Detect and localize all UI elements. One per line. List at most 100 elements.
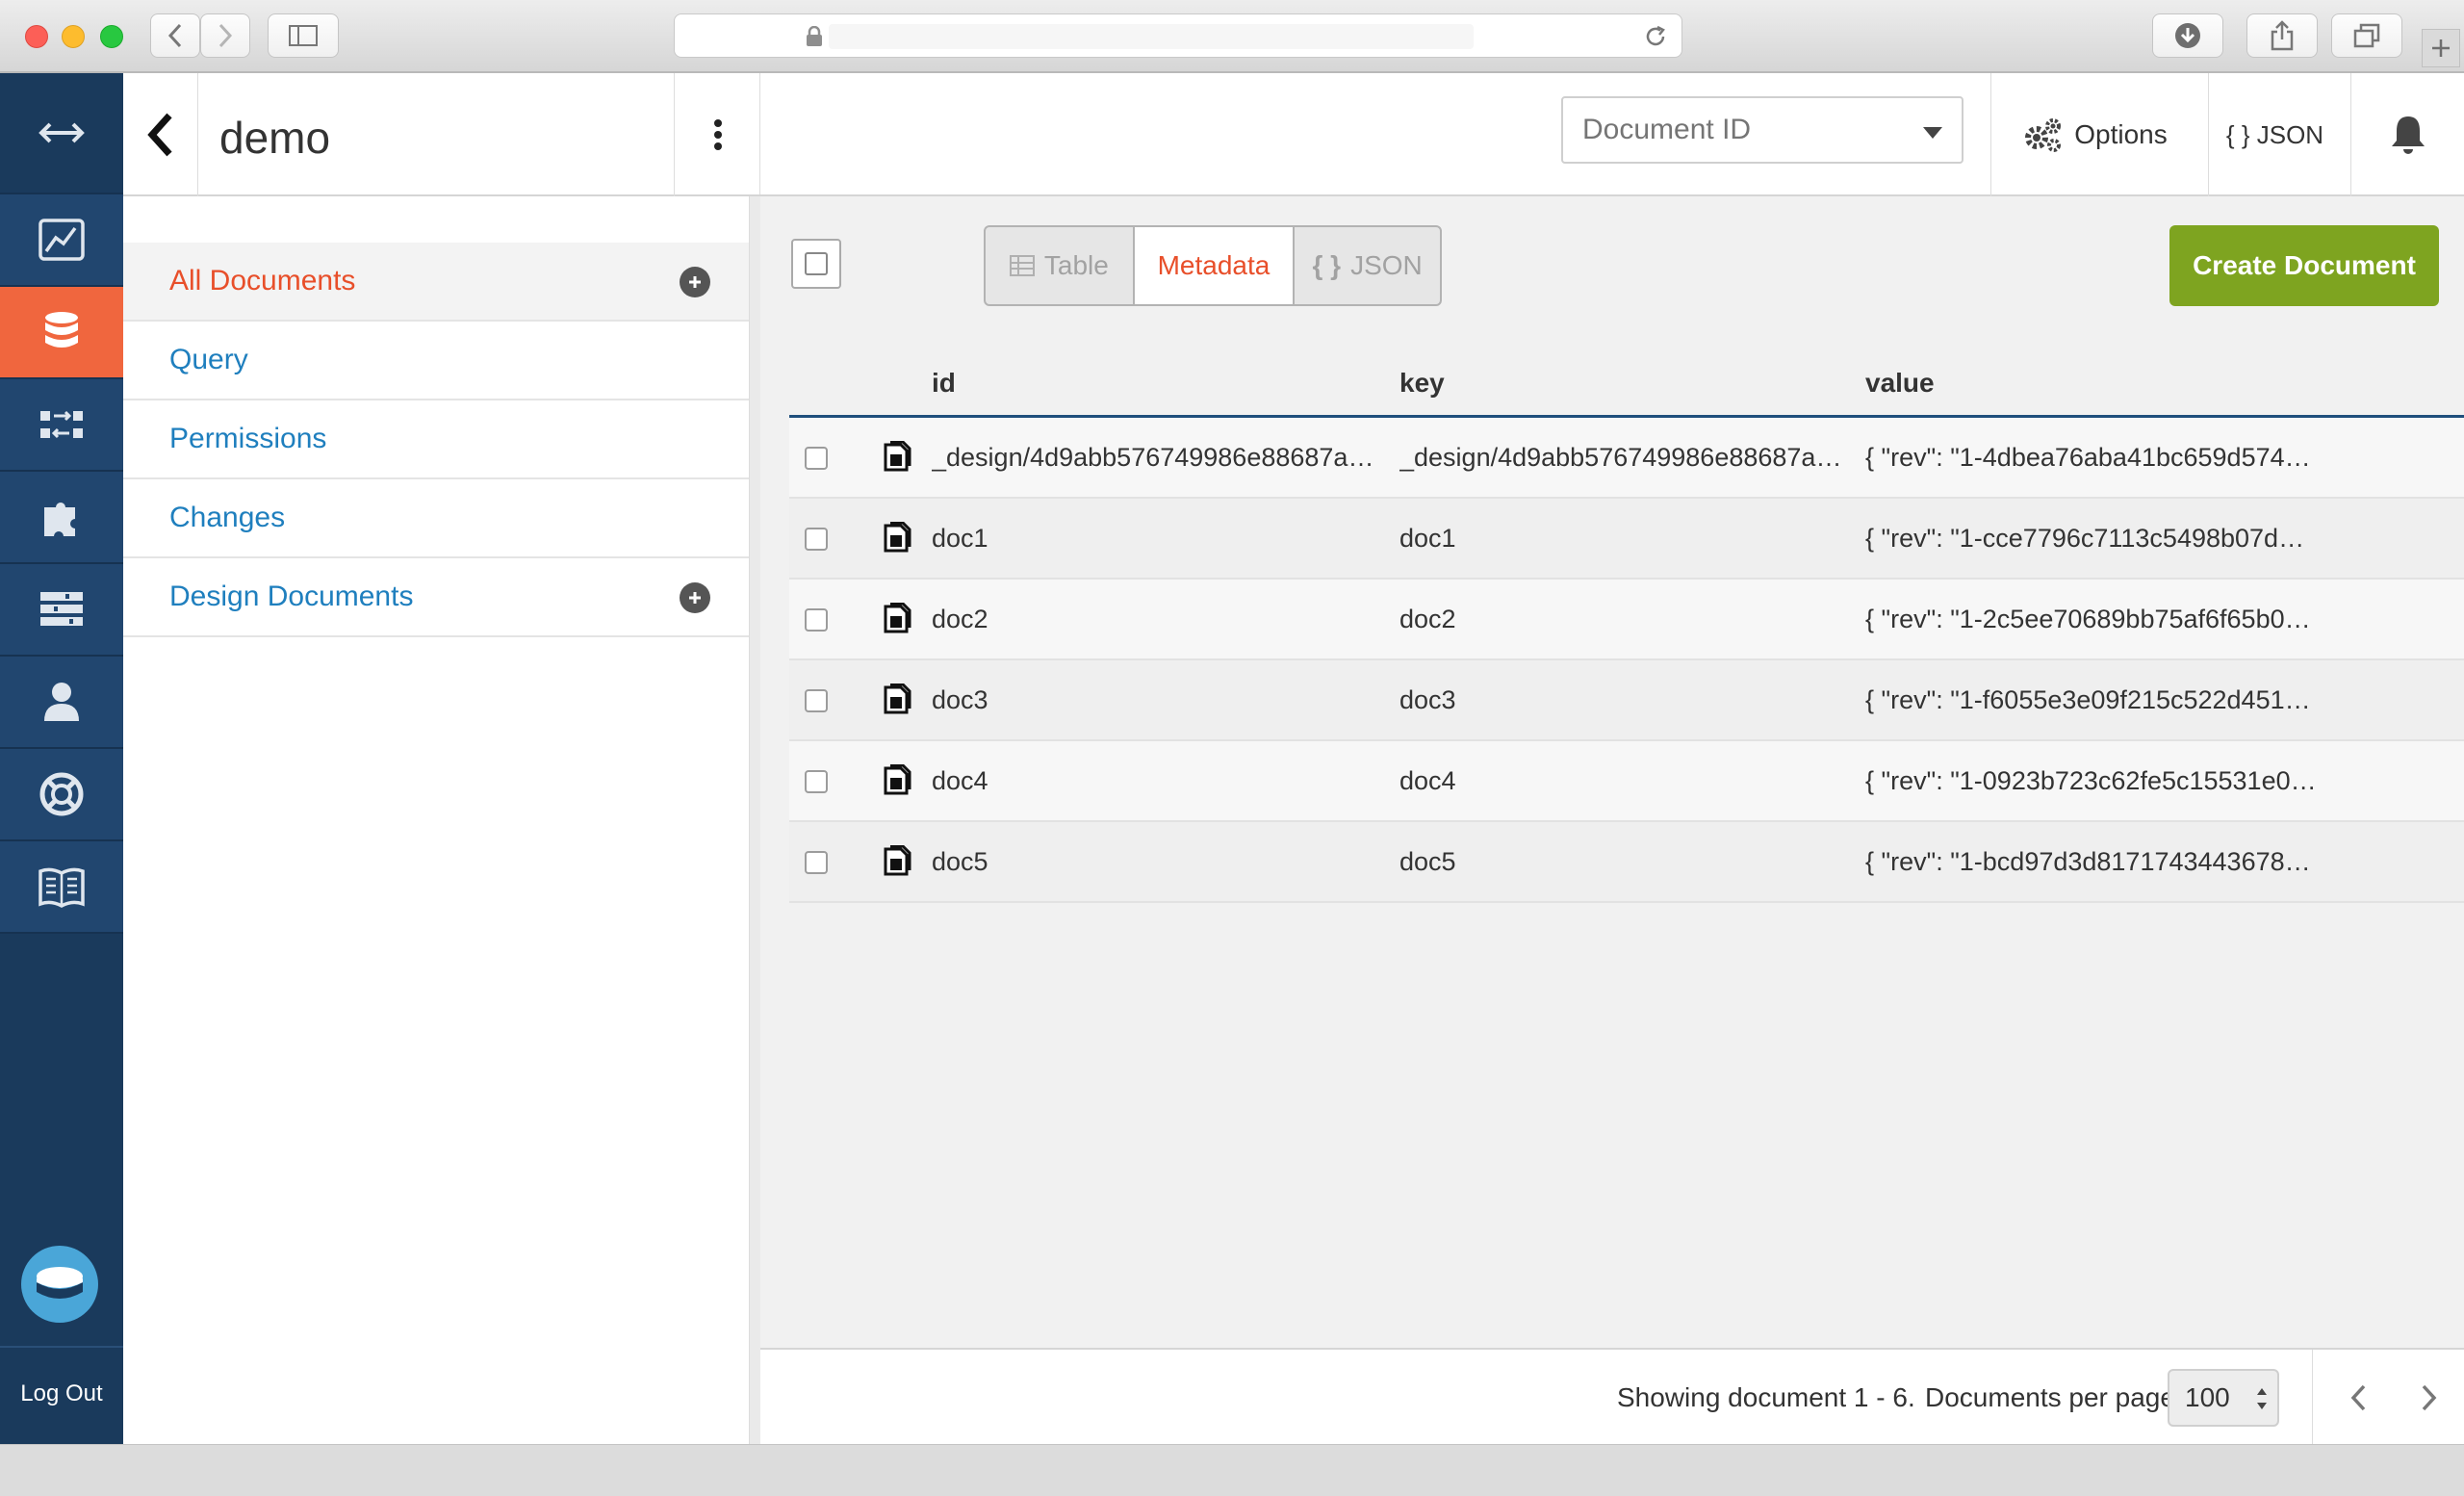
zoom-window-button[interactable] <box>100 25 123 48</box>
row-checkbox[interactable] <box>805 447 828 470</box>
nav-replication[interactable] <box>0 379 123 472</box>
copy-document-icon[interactable] <box>882 845 912 878</box>
notifications-button[interactable] <box>2350 73 2464 196</box>
couchdb-logo <box>21 1246 98 1323</box>
tabs-overview-button[interactable] <box>2331 13 2402 58</box>
chevron-right-icon <box>2422 1384 2437 1411</box>
cell-id[interactable]: doc1 <box>932 524 1384 554</box>
cell-key: _design/4d9abb576749986e88687adf… <box>1399 443 1852 472</box>
browser-toolbar <box>0 0 2464 73</box>
sidebar-item-permissions[interactable]: Permissions <box>123 400 749 479</box>
table-row[interactable]: doc4 doc4 { "rev": "1-0923b723c62fe5c15531… <box>789 741 2464 822</box>
cell-id[interactable]: doc5 <box>932 847 1384 877</box>
nav-users[interactable] <box>0 657 123 749</box>
main-nav: Log Out <box>0 73 123 1444</box>
sidebar-item-label: Design Documents <box>169 580 414 612</box>
sidebar-scrollbar[interactable] <box>749 196 760 1444</box>
next-page-button[interactable] <box>2410 1377 2449 1419</box>
copy-document-icon[interactable] <box>882 441 912 474</box>
table-row[interactable]: doc3 doc3 { "rev": "1-f6055e3e09f215c522d4… <box>789 660 2464 741</box>
new-tab-button[interactable] <box>2422 29 2460 67</box>
options-button[interactable]: Options <box>1990 73 2198 196</box>
download-icon <box>2175 23 2200 48</box>
row-checkbox[interactable] <box>805 689 828 712</box>
row-checkbox[interactable] <box>805 770 828 793</box>
cell-id[interactable]: _design/4d9abb576749986e88687adf… <box>932 443 1384 473</box>
browser-back-button[interactable] <box>150 13 200 58</box>
copy-document-icon[interactable] <box>882 684 912 716</box>
browser-forward-button[interactable] <box>200 13 250 58</box>
table-row[interactable]: _design/4d9abb576749986e88687adf… _design… <box>789 418 2464 499</box>
sidebar-icon <box>289 25 318 46</box>
document-id-select[interactable] <box>1561 96 1964 164</box>
documents-table: id key value _design/4d9abb576749986e886… <box>789 339 2464 903</box>
column-header-value[interactable]: value <box>1865 368 1935 399</box>
nav-databases[interactable] <box>0 287 123 379</box>
tab-table[interactable]: Table <box>986 227 1135 304</box>
select-all-checkbox[interactable] <box>791 239 841 289</box>
nav-support[interactable] <box>0 749 123 841</box>
cell-id[interactable]: doc2 <box>932 605 1384 634</box>
nav-toggle-button[interactable] <box>0 73 123 194</box>
table-row[interactable]: doc5 doc5 { "rev": "1-bcd97d3d817174344367… <box>789 822 2464 903</box>
tab-table-label: Table <box>1043 250 1109 280</box>
nav-activity[interactable] <box>0 194 123 287</box>
cell-key: doc3 <box>1399 685 1456 714</box>
cell-key: doc5 <box>1399 847 1456 876</box>
view-toggle: Table Metadata { } JSON <box>984 225 1442 306</box>
column-header-id[interactable]: id <box>932 368 956 399</box>
cell-id[interactable]: doc3 <box>932 685 1384 715</box>
sidebar-item-all-documents[interactable]: All Documents <box>123 243 749 322</box>
sidebar-item-changes[interactable]: Changes <box>123 479 749 558</box>
cell-value: { "rev": "1-f6055e3e09f215c522d45189… <box>1865 685 2318 714</box>
downloads-button[interactable] <box>2152 13 2223 58</box>
row-checkbox[interactable] <box>805 528 828 551</box>
database-menu-button[interactable] <box>674 73 760 196</box>
gears-icon <box>2025 118 2062 152</box>
copy-document-icon[interactable] <box>882 764 912 797</box>
sidebar-item-query[interactable]: Query <box>123 322 749 400</box>
logout-link[interactable]: Log Out <box>0 1380 123 1407</box>
add-document-button[interactable] <box>680 267 710 297</box>
back-button[interactable] <box>123 73 198 196</box>
share-button[interactable] <box>2246 13 2318 58</box>
document-id-input[interactable] <box>1582 114 1900 146</box>
per-page-select[interactable]: 100 <box>2168 1369 2279 1427</box>
cell-value: { "rev": "1-0923b723c62fe5c15531e0c… <box>1865 766 2318 795</box>
url-field[interactable] <box>829 24 1474 49</box>
window-bottom-edge <box>0 1444 2464 1496</box>
vertical-ellipsis-icon <box>713 119 722 150</box>
copy-document-icon[interactable] <box>882 603 912 635</box>
lifebuoy-icon <box>39 772 84 816</box>
address-bar[interactable] <box>674 13 1682 58</box>
cell-id[interactable]: doc4 <box>932 766 1384 796</box>
options-label: Options <box>2074 119 2168 149</box>
table-header-row: id key value <box>789 339 2464 418</box>
close-window-button[interactable] <box>25 25 48 48</box>
add-design-document-button[interactable] <box>680 582 710 613</box>
database-icon <box>45 312 78 348</box>
sidebar-item-design-documents[interactable]: Design Documents <box>123 558 749 637</box>
row-checkbox[interactable] <box>805 851 828 874</box>
tab-json[interactable]: { } JSON <box>1295 227 1440 304</box>
tab-json-label: JSON <box>1350 250 1423 280</box>
reload-icon[interactable] <box>1643 24 1668 49</box>
tab-metadata[interactable]: Metadata <box>1134 227 1296 304</box>
previous-page-button[interactable] <box>2339 1377 2377 1419</box>
sidebar-toggle-button[interactable] <box>268 13 339 58</box>
nav-docs[interactable] <box>0 841 123 934</box>
api-json-button[interactable]: { } JSON <box>2208 73 2341 196</box>
minimize-window-button[interactable] <box>62 25 85 48</box>
cell-key: doc1 <box>1399 524 1456 553</box>
activity-icon <box>38 219 85 261</box>
copy-document-icon[interactable] <box>882 522 912 555</box>
nav-config[interactable] <box>0 564 123 657</box>
caret-down-icon[interactable] <box>1923 127 1942 139</box>
create-document-button[interactable]: Create Document <box>2169 225 2439 306</box>
sidebar-item-label: Permissions <box>169 423 327 454</box>
row-checkbox[interactable] <box>805 608 828 632</box>
table-row[interactable]: doc2 doc2 { "rev": "1-2c5ee70689bb75af6f65… <box>789 580 2464 660</box>
table-row[interactable]: doc1 doc1 { "rev": "1-cce7796c7113c5498b07… <box>789 499 2464 580</box>
nav-plugins[interactable] <box>0 472 123 564</box>
column-header-key[interactable]: key <box>1399 368 1445 399</box>
